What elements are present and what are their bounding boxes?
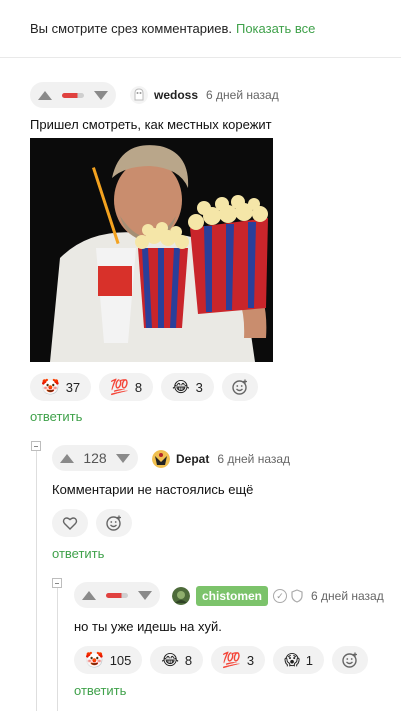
- comment-text: но ты уже идешь на хуй.: [74, 619, 222, 634]
- laughing-icon: 😂: [172, 378, 190, 396]
- comment-date[interactable]: 6 дней назад: [206, 88, 279, 102]
- scream-icon: 😱: [284, 651, 300, 669]
- downvote-icon[interactable]: [115, 453, 130, 463]
- laughing-icon: 😂: [161, 651, 179, 669]
- avatar[interactable]: [152, 450, 170, 468]
- reaction-clown[interactable]: 🤡 37: [30, 373, 92, 401]
- reactions-bar: [52, 509, 132, 537]
- show-all-link[interactable]: Показать все: [236, 21, 315, 36]
- add-reaction-icon: [106, 515, 121, 531]
- downvote-icon[interactable]: [138, 590, 152, 600]
- reaction-count: 1: [305, 652, 313, 668]
- verified-icon: ✓: [273, 589, 288, 603]
- thread-line[interactable]: [57, 588, 58, 711]
- author-name[interactable]: Depat: [176, 452, 209, 466]
- reaction-laughing[interactable]: 😂 8: [150, 646, 204, 674]
- reaction-hundred[interactable]: 💯 3: [211, 646, 266, 674]
- clown-icon: 🤡: [41, 378, 60, 396]
- add-reaction-button[interactable]: [96, 509, 132, 537]
- author-name[interactable]: wedoss: [154, 88, 198, 102]
- add-reaction-icon: [232, 379, 247, 395]
- reaction-count: 3: [195, 379, 203, 395]
- vote-widget: [30, 82, 116, 108]
- reaction-count: 37: [65, 379, 81, 395]
- avatar[interactable]: [172, 587, 190, 605]
- add-reaction-button[interactable]: [221, 373, 258, 401]
- clown-icon: 🤡: [85, 651, 104, 669]
- comment-text: Комментарии не настоялись ещё: [52, 482, 254, 497]
- reaction-count: 3: [246, 652, 255, 668]
- comment-image[interactable]: [30, 138, 273, 362]
- banner-text: Вы смотрите срез комментариев.: [30, 21, 232, 36]
- reaction-count: 105: [109, 652, 132, 668]
- like-button[interactable]: [52, 509, 88, 537]
- slice-banner: Вы смотрите срез комментариев. Показать …: [0, 0, 401, 58]
- comment-text: Пришел смотреть, как местных корежит: [30, 117, 272, 132]
- upvote-icon[interactable]: [60, 453, 74, 463]
- add-reaction-icon: [342, 652, 357, 668]
- shield-icon: [291, 589, 303, 603]
- reply-link[interactable]: ответить: [30, 409, 82, 424]
- downvote-icon[interactable]: [94, 90, 108, 100]
- reaction-scream[interactable]: 😱 1: [273, 646, 324, 674]
- rating-bar: [106, 592, 128, 598]
- reply-link[interactable]: ответить: [52, 546, 104, 561]
- reply-link[interactable]: ответить: [74, 683, 126, 698]
- reactions-bar: 🤡 105 😂 8 💯 3 😱 1: [74, 646, 368, 674]
- collapse-toggle[interactable]: [31, 441, 41, 451]
- collapse-toggle[interactable]: [52, 578, 62, 588]
- comment-date[interactable]: 6 дней назад: [311, 589, 384, 603]
- author-name[interactable]: chistomen: [196, 586, 269, 606]
- add-reaction-button[interactable]: [331, 646, 368, 674]
- rating-bar: [62, 92, 84, 98]
- reactions-bar: 🤡 37 💯 8 😂 3: [30, 373, 258, 401]
- heart-icon: [62, 517, 78, 530]
- vote-widget: [74, 582, 160, 608]
- hundred-icon: 💯: [110, 378, 129, 396]
- hundred-icon: 💯: [222, 651, 241, 669]
- upvote-icon[interactable]: [82, 590, 96, 600]
- reaction-hundred[interactable]: 💯 8: [99, 373, 154, 401]
- upvote-icon[interactable]: [38, 90, 52, 100]
- reaction-count: 8: [184, 652, 193, 668]
- reaction-laughing[interactable]: 😂 3: [161, 373, 214, 401]
- comment-author: Depat 6 дней назад: [152, 450, 290, 468]
- popcorn-man-image: [30, 138, 273, 362]
- comment-author: wedoss 6 дней назад: [130, 86, 279, 104]
- reaction-clown[interactable]: 🤡 105: [74, 646, 143, 674]
- comment-date[interactable]: 6 дней назад: [217, 452, 290, 466]
- comment-author: chistomen ✓ 6 дней назад: [172, 586, 384, 606]
- rating-score: 128: [83, 450, 107, 466]
- avatar[interactable]: [130, 86, 148, 104]
- thread-line[interactable]: [36, 448, 37, 711]
- vote-widget: 128: [52, 445, 138, 471]
- reaction-count: 8: [134, 379, 143, 395]
